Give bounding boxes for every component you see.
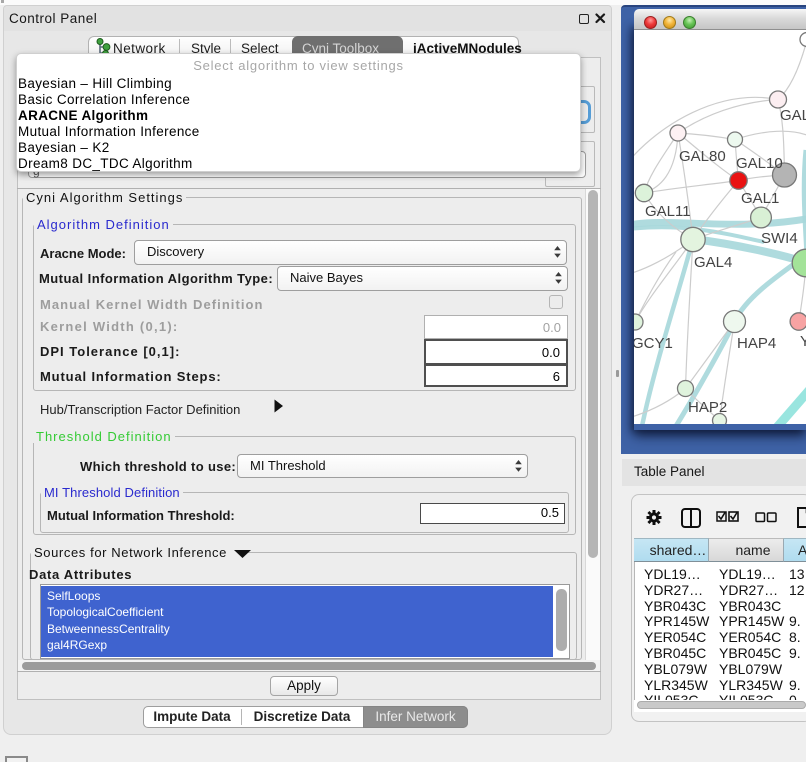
svg-text:SWI4: SWI4 [761,230,798,247]
svg-text:HAP4: HAP4 [737,335,776,352]
svg-text:Y: Y [800,333,806,350]
svg-text:GAL11: GAL11 [645,203,691,220]
svg-text:GAL1: GAL1 [741,190,779,207]
svg-text:GCY1: GCY1 [634,335,673,352]
svg-text:HAP2: HAP2 [688,399,727,416]
svg-text:GAL4: GAL4 [694,254,732,271]
svg-text:GAL80: GAL80 [679,148,726,165]
svg-text:GAL10: GAL10 [736,155,783,172]
svg-text:GAL: GAL [780,107,806,124]
